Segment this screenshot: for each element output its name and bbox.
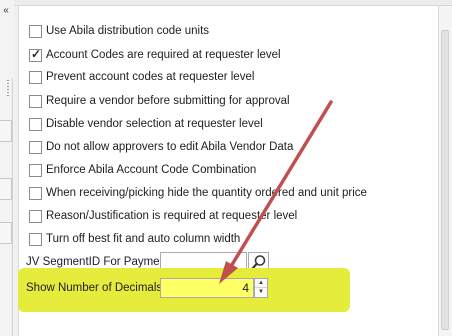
- arrow-annotation: [219, 100, 333, 284]
- arrow-shaft: [228, 100, 333, 270]
- arrow-head: [219, 261, 238, 284]
